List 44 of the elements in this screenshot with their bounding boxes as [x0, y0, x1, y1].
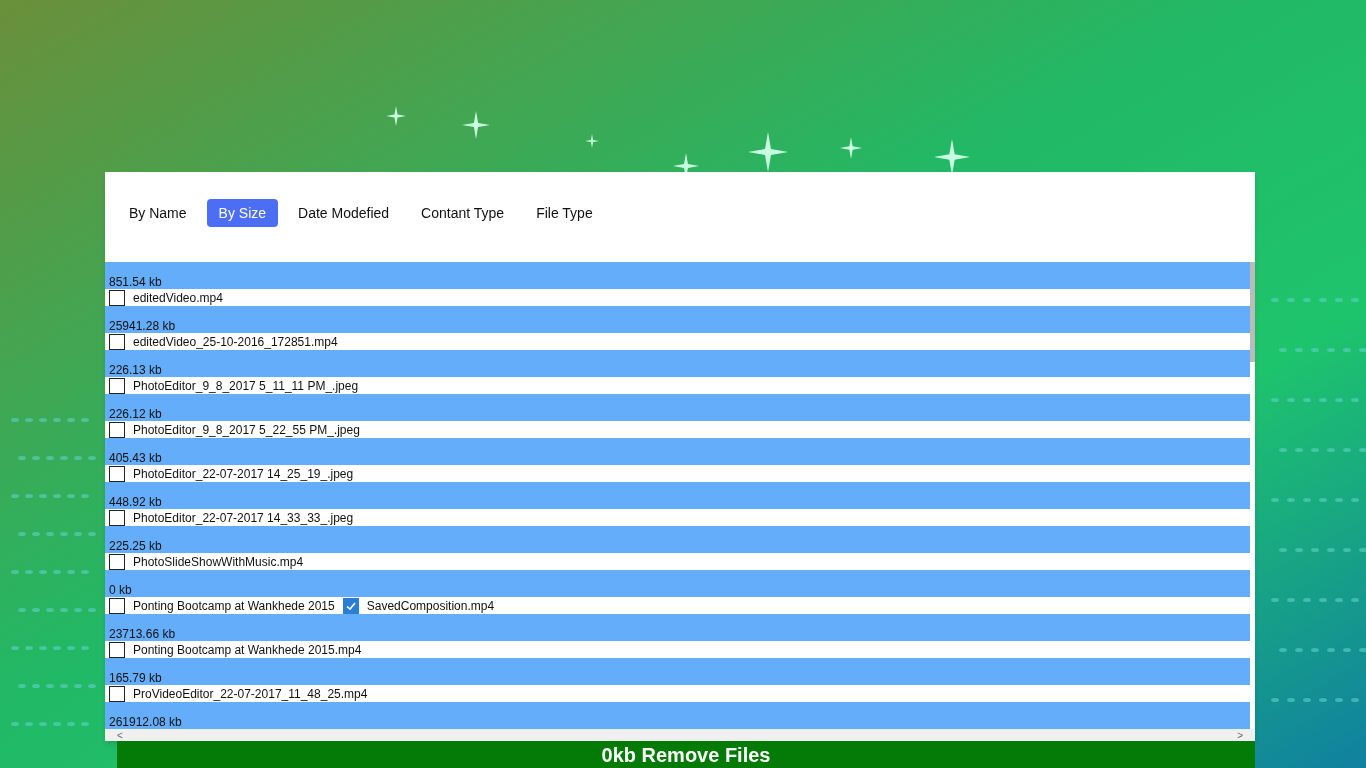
- checkbox[interactable]: [109, 597, 125, 614]
- checkbox[interactable]: [109, 421, 125, 438]
- size-header: 25941.28 kb: [105, 306, 1250, 333]
- file-name: PhotoEditor_22-07-2017 14_33_33_.jpeg: [133, 509, 354, 527]
- file-name: SavedComposition.mp4: [366, 597, 495, 615]
- scroll-right-arrow[interactable]: >: [1237, 727, 1243, 743]
- size-header: 165.79 kb: [105, 658, 1250, 685]
- file-name: PhotoEditor_22-07-2017 14_25_19_.jpeg: [133, 465, 354, 483]
- file-name: ProVideoEditor_22-07-2017_11_48_25.mp4: [133, 685, 368, 703]
- checkbox[interactable]: [342, 597, 359, 614]
- file-name: editedVideo.mp4: [133, 289, 223, 307]
- file-name: Ponting Bootcamp at Wankhede 2015.mp4: [133, 641, 362, 659]
- checkbox[interactable]: [109, 641, 125, 658]
- size-header: 405.43 kb: [105, 438, 1250, 465]
- scrollbar-thumb[interactable]: [1250, 262, 1255, 362]
- sort-tab[interactable]: By Name: [117, 199, 199, 227]
- size-header: 226.13 kb: [105, 350, 1250, 377]
- size-header: 0 kb: [105, 570, 1250, 597]
- size-header: 448.92 kb: [105, 482, 1250, 509]
- size-header: 226.12 kb: [105, 394, 1250, 421]
- sort-tab[interactable]: Contant Type: [409, 199, 517, 227]
- remove-files-button[interactable]: 0kb Remove Files: [117, 741, 1255, 768]
- size-header: 261912.08 kb: [105, 702, 1250, 729]
- file-name: PhotoEditor_9_8_2017 5_11_11 PM_.jpeg: [133, 377, 359, 395]
- horizontal-scrollbar[interactable]: < >: [105, 729, 1255, 741]
- checkbox[interactable]: [109, 377, 125, 394]
- file-name: editedVideo_25-10-2016_172851.mp4: [133, 333, 338, 351]
- size-header: 225.25 kb: [105, 526, 1250, 553]
- checkbox[interactable]: [109, 289, 125, 306]
- size-header: 23713.66 kb: [105, 614, 1250, 641]
- sort-tab[interactable]: By Size: [206, 199, 279, 227]
- file-name: PhotoSlideShowWithMusic.mp4: [133, 553, 304, 571]
- size-header: 851.54 kb: [105, 262, 1250, 289]
- file-name: PhotoEditor_9_8_2017 5_22_55 PM_.jpeg: [133, 421, 360, 439]
- checkbox[interactable]: [109, 465, 125, 482]
- vertical-scrollbar[interactable]: [1250, 262, 1255, 729]
- scroll-left-arrow[interactable]: <: [117, 727, 123, 743]
- sort-tab[interactable]: Date Modefied: [286, 199, 402, 227]
- file-name: Ponting Bootcamp at Wankhede 2015: [133, 597, 335, 615]
- checkbox[interactable]: [109, 333, 125, 350]
- checkbox[interactable]: [109, 553, 125, 570]
- checkbox[interactable]: [109, 685, 125, 702]
- checkbox[interactable]: [109, 509, 125, 526]
- sort-tab[interactable]: File Type: [524, 199, 605, 227]
